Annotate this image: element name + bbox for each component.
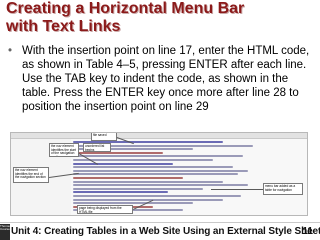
code-line <box>73 202 193 205</box>
callout-page-displayed: page being displayed from the HTML file <box>77 205 133 214</box>
code-line <box>73 162 173 165</box>
publisher-logo: Thomson Course <box>0 224 13 240</box>
publisher-logo-text: Thomson Course <box>0 224 13 232</box>
code-line <box>73 166 233 169</box>
editor-screenshot: file saved the nav element identifies th… <box>10 132 308 216</box>
code-line <box>73 187 203 190</box>
callout-file-saved: file saved <box>91 133 117 141</box>
code-line <box>73 173 238 176</box>
code-line <box>73 191 168 194</box>
code-line <box>73 198 223 201</box>
code-line <box>73 158 213 161</box>
code-line <box>73 184 248 187</box>
callout-connector <box>211 189 263 190</box>
code-line <box>73 194 241 197</box>
footer-caption: Unit 4: Creating Tables in a Web Site Us… <box>11 226 320 237</box>
slide-title-line-1: Creating a Horizontal Menu Bar <box>6 0 245 17</box>
slide-title-line-2: with Text Links <box>6 18 121 35</box>
callout-nav-end: the nav element identifies the end of th… <box>13 167 49 183</box>
code-line <box>73 155 243 158</box>
callout-menu-bar: menu bar added as a table for navigation <box>263 183 303 195</box>
code-line <box>73 180 223 183</box>
instruction-text: With the insertion point on line 17, ent… <box>22 45 310 113</box>
callout-nav-start: the nav element identifies the start of … <box>49 143 79 157</box>
page-number: 11 <box>302 226 313 237</box>
slide-title: Creating a Horizontal Menu Bar with Text… <box>6 0 306 36</box>
bullet-marker-icon: • <box>8 45 13 57</box>
code-line <box>73 176 183 179</box>
code-line <box>73 169 248 172</box>
callout-list-begins: unordered list begins <box>83 143 111 152</box>
code-line <box>73 151 163 154</box>
